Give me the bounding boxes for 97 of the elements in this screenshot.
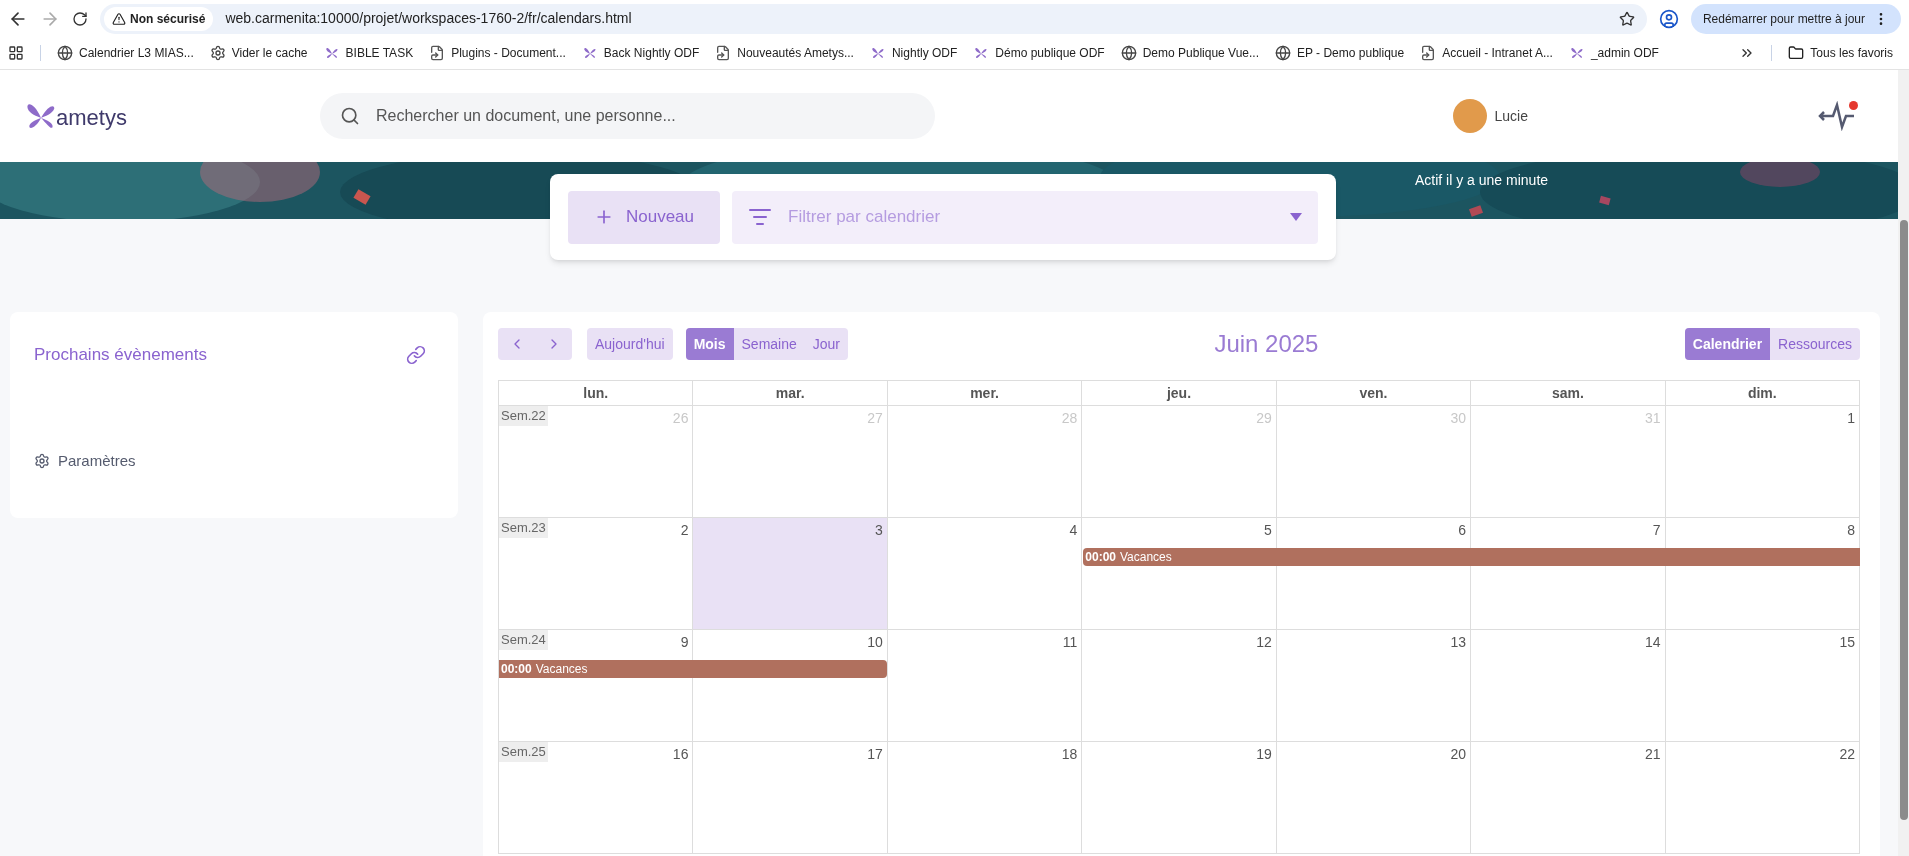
day-number[interactable]: 1	[1847, 406, 1859, 429]
day-cell[interactable]: 4	[887, 518, 1083, 630]
page-icon	[715, 45, 732, 61]
day-cell[interactable]: 21	[1471, 742, 1666, 854]
week-number[interactable]: Sem.24	[499, 630, 548, 650]
day-cell[interactable]: 22	[1665, 742, 1860, 854]
day-number[interactable]: 7	[1652, 518, 1665, 541]
bookmark[interactable]: _admin ODF	[1568, 44, 1659, 62]
day-cell[interactable]: 19	[1082, 742, 1277, 854]
day-number[interactable]: 4	[1069, 518, 1082, 541]
today-button[interactable]: Aujourd'hui	[587, 328, 673, 360]
day-number[interactable]: 8	[1847, 518, 1859, 541]
user-menu[interactable]: Lucie	[1452, 99, 1528, 133]
butterfly-icon	[581, 45, 598, 61]
day-cell[interactable]: 3	[693, 518, 888, 630]
view-tab[interactable]: Semaine	[733, 328, 805, 360]
address-bar[interactable]: Non sécurisé web.carmenita:10000/projet/workspaces-1760-2/fr/calendars.html	[100, 3, 1647, 34]
day-cell[interactable]: 14	[1471, 630, 1666, 742]
all-bookmarks[interactable]: Tous les favoris	[1788, 44, 1901, 62]
week-number[interactable]: Sem.23	[499, 518, 548, 538]
security-chip[interactable]: Non sécurisé	[104, 6, 214, 31]
day-cell[interactable]: Sem.25 16	[499, 742, 694, 854]
globe-icon	[1275, 45, 1291, 61]
event-bar[interactable]: 00:00 Vacances	[1083, 548, 1277, 566]
gear-icon	[209, 45, 226, 61]
day-cell[interactable]: 15	[1665, 630, 1860, 742]
bookmark[interactable]: Calendrier L3 MIAS...	[57, 44, 194, 62]
activity-status: Actif il y a une minute	[1415, 171, 1549, 190]
day-number[interactable]: 22	[1839, 742, 1859, 765]
bookmark[interactable]: BIBLE TASK	[323, 44, 414, 62]
link-icon[interactable]	[406, 344, 426, 365]
day-number[interactable]: 11	[1062, 630, 1082, 653]
day-number[interactable]: 20	[1450, 742, 1471, 765]
gear-icon	[34, 452, 50, 469]
new-button[interactable]: Nouveau	[568, 190, 720, 244]
dropdown-caret-icon	[1290, 213, 1302, 221]
day-number[interactable]: 16	[672, 742, 693, 765]
folder-icon	[1788, 45, 1805, 61]
week-number[interactable]: Sem.22	[499, 406, 548, 426]
day-cell[interactable]: 1	[1665, 406, 1860, 518]
apps-icon[interactable]	[8, 45, 24, 61]
day-cell[interactable]: 13	[1276, 630, 1472, 742]
search-icon	[340, 106, 360, 126]
globe-icon	[57, 45, 73, 61]
day-number[interactable]: 10	[867, 630, 887, 653]
day-cell[interactable]: 12	[1082, 630, 1277, 742]
event-bar[interactable]: 00:00 Vacances	[499, 660, 694, 678]
butterfly-icon	[323, 45, 340, 61]
day-number[interactable]: 13	[1450, 630, 1471, 653]
day-number[interactable]: 17	[867, 742, 887, 765]
day-number[interactable]: 6	[1458, 518, 1471, 541]
activity-button[interactable]	[1818, 101, 1858, 131]
update-button[interactable]: Redémarrer pour mettre à jour	[1690, 3, 1901, 34]
week-number[interactable]: Sem.25	[499, 742, 548, 762]
scrollbar[interactable]	[1898, 70, 1909, 856]
url-text: web.carmenita:10000/projet/workspaces-1760-2/fr/calendars.html	[225, 9, 633, 28]
day-number[interactable]: 19	[1256, 742, 1276, 765]
butterfly-icon	[1568, 45, 1585, 61]
warning-icon	[112, 11, 126, 26]
bookmark[interactable]: Démo publique ODF	[973, 44, 1105, 62]
day-number[interactable]: 14	[1645, 630, 1665, 653]
day-number[interactable]: 9	[680, 630, 693, 653]
bookmark[interactable]: Nouveautés Ametys...	[715, 44, 854, 62]
day-number[interactable]: 5	[1263, 518, 1276, 541]
day-cell[interactable]: 20	[1276, 742, 1472, 854]
day-number[interactable]: 12	[1256, 630, 1276, 653]
bookmark[interactable]: Vider le cache	[209, 44, 308, 62]
day-cell[interactable]: 17	[693, 742, 888, 854]
bookmark[interactable]: Accueil - Intranet A...	[1420, 44, 1553, 62]
day-number[interactable]: 2	[680, 518, 693, 541]
profile-icon[interactable]	[1658, 8, 1679, 29]
search-field[interactable]: Rechercher un document, une personne...	[320, 93, 935, 139]
avatar	[1452, 99, 1487, 133]
day-cell[interactable]: 11	[887, 630, 1083, 742]
butterfly-icon	[869, 45, 886, 61]
day-number[interactable]: 18	[1061, 742, 1082, 765]
day-number[interactable]: 3	[875, 518, 887, 541]
day-cell[interactable]: 18	[887, 742, 1083, 854]
globe-icon	[1120, 45, 1137, 61]
day-number[interactable]: 21	[1645, 742, 1665, 765]
bookmark[interactable]: Plugins - Document...	[429, 44, 566, 62]
settings-link[interactable]: Paramètres	[34, 449, 434, 472]
bookmark[interactable]: Nightly ODF	[869, 44, 958, 62]
logo-text: ametys	[56, 104, 127, 132]
view-tab[interactable]: Jour	[804, 328, 848, 360]
reload-icon[interactable]	[72, 10, 88, 27]
month-title: Juin 2025	[1213, 329, 1320, 359]
page-icon	[1420, 45, 1437, 61]
day-number[interactable]: 15	[1839, 630, 1859, 653]
bookmark[interactable]: Demo Publique Vue...	[1120, 44, 1259, 62]
mode-tab[interactable]: Ressources	[1770, 328, 1860, 360]
bookmark[interactable]: Back Nightly ODF	[581, 44, 700, 62]
day-cell[interactable]: Sem.23 2	[499, 518, 694, 630]
panel-title: Prochains évènements	[34, 344, 207, 366]
star-icon[interactable]	[1618, 10, 1635, 27]
bookmark[interactable]: EP - Demo publique	[1275, 44, 1405, 62]
page-icon	[429, 45, 446, 61]
